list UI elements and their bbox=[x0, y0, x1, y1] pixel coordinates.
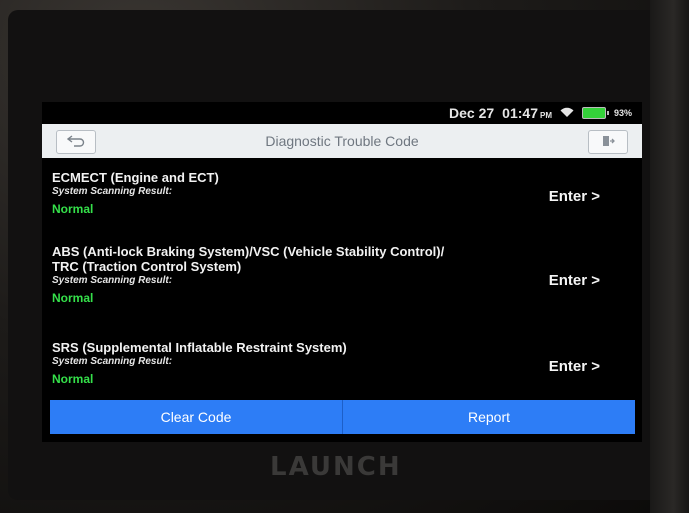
system-list: ECMECT (Engine and ECT) System Scanning … bbox=[42, 158, 642, 398]
action-bar: Clear Code Report bbox=[50, 400, 635, 434]
exit-icon bbox=[601, 134, 615, 151]
enter-button[interactable]: Enter > bbox=[549, 358, 600, 375]
system-name-line2: TRC (Traction Control System) bbox=[52, 259, 242, 274]
system-row-ecmect[interactable]: ECMECT (Engine and ECT) System Scanning … bbox=[52, 170, 632, 216]
status-bar: Dec 27 01:47 PM 93% bbox=[42, 102, 642, 124]
clear-code-button[interactable]: Clear Code bbox=[50, 400, 342, 434]
system-name: ECMECT (Engine and ECT) bbox=[52, 170, 219, 185]
battery-percent: 93% bbox=[613, 108, 632, 118]
brand-logo: LAUNCH bbox=[270, 452, 402, 482]
system-name-line1: ABS (Anti-lock Braking System)/VSC (Vehi… bbox=[52, 244, 445, 259]
enter-button[interactable]: Enter > bbox=[549, 272, 600, 289]
scan-result-label: System Scanning Result: bbox=[52, 356, 173, 367]
title-bar: Diagnostic Trouble Code bbox=[42, 124, 642, 158]
system-name: SRS (Supplemental Inflatable Restraint S… bbox=[52, 340, 347, 355]
scan-result-label: System Scanning Result: bbox=[52, 186, 173, 197]
scan-result-status: Normal bbox=[52, 291, 94, 305]
system-row-srs[interactable]: SRS (Supplemental Inflatable Restraint S… bbox=[52, 340, 632, 386]
system-row-abs[interactable]: ABS (Anti-lock Braking System)/VSC (Vehi… bbox=[52, 244, 632, 305]
status-date: Dec 27 bbox=[449, 105, 495, 121]
report-button[interactable]: Report bbox=[342, 400, 635, 434]
scan-result-label: System Scanning Result: bbox=[52, 275, 173, 286]
device-edge bbox=[650, 0, 689, 513]
wifi-icon bbox=[560, 105, 574, 121]
back-arrow-icon bbox=[66, 134, 85, 150]
status-time: 01:47 PM bbox=[502, 105, 552, 121]
device-screen: Dec 27 01:47 PM 93% Diagnostic Trouble Co… bbox=[42, 102, 642, 442]
enter-button[interactable]: Enter > bbox=[549, 188, 600, 205]
scan-result-status: Normal bbox=[52, 202, 94, 216]
scan-result-status: Normal bbox=[52, 372, 94, 386]
battery-icon bbox=[581, 107, 609, 119]
exit-button[interactable] bbox=[588, 130, 628, 154]
back-button[interactable] bbox=[56, 130, 96, 154]
page-title: Diagnostic Trouble Code bbox=[265, 133, 419, 149]
